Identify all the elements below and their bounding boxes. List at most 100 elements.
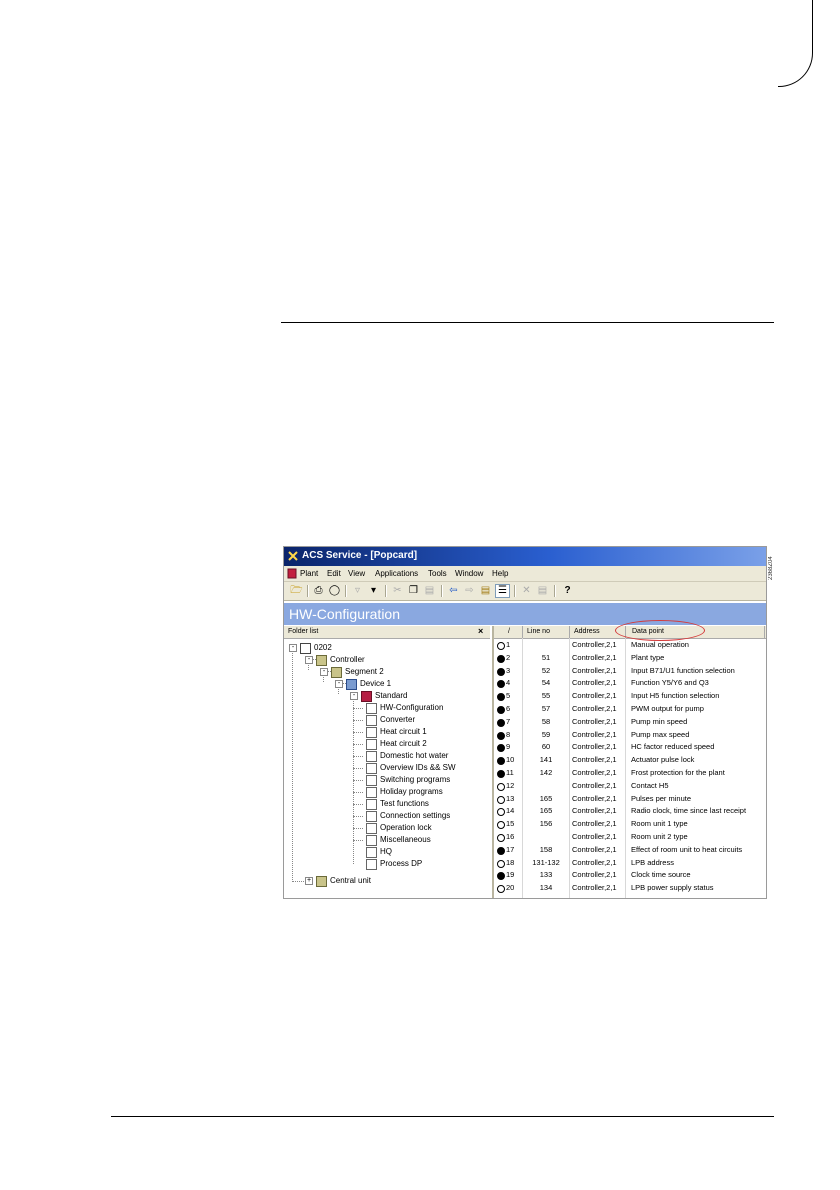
- menu-view[interactable]: View: [348, 569, 365, 578]
- table-row[interactable]: 11 142 Controller,2,1 Frost protection for …: [494, 767, 766, 780]
- grid-header: / Line no Address Data point: [494, 620, 766, 641]
- row-index: 17: [506, 844, 515, 854]
- table-row[interactable]: 10 141 Controller,2,1 Actuator pulse lock: [494, 754, 766, 767]
- empty-dot-icon: [497, 885, 505, 894]
- row-line-no: 158: [539, 844, 553, 854]
- filled-dot-icon: [497, 744, 505, 753]
- tree-node-label: Operation lock: [380, 823, 432, 832]
- folder-list-header: Folder list ×: [284, 626, 490, 639]
- collapse-icon[interactable]: -: [305, 656, 313, 664]
- empty-dot-icon: [497, 834, 505, 842]
- open-icon[interactable]: 🗁: [290, 585, 303, 597]
- page-icon: [366, 703, 377, 714]
- row-address: Controller,2,1: [572, 678, 617, 688]
- help-icon[interactable]: ?: [561, 585, 574, 597]
- collapse-icon[interactable]: -: [335, 680, 343, 688]
- table-row[interactable]: 7 58 Controller,2,1 Pump min speed: [494, 716, 766, 729]
- cut-icon[interactable]: ✂: [391, 585, 404, 597]
- app-icon: [288, 551, 298, 561]
- row-line-no: 165: [539, 793, 553, 803]
- menu-plant[interactable]: Plant: [300, 569, 318, 578]
- paste-icon[interactable]: ▤: [423, 585, 436, 597]
- col-address[interactable]: Address: [574, 628, 600, 638]
- print-preview-icon[interactable]: ◯: [328, 585, 341, 597]
- filter-icon[interactable]: ▿: [351, 585, 364, 597]
- crop-mark: [778, 0, 813, 87]
- page-icon: [366, 739, 377, 750]
- page-icon: [366, 847, 377, 858]
- table-row[interactable]: 16 Controller,2,1 Room unit 2 type: [494, 831, 766, 844]
- table-row[interactable]: 4 54 Controller,2,1 Function Y5/Y6 and Q3: [494, 677, 766, 690]
- filter-remove-icon[interactable]: ▾: [367, 585, 380, 597]
- copy-icon[interactable]: ❐: [407, 585, 420, 597]
- view-title: HW-Configuration: [289, 606, 401, 622]
- print-icon[interactable]: ⎙: [312, 585, 325, 597]
- row-line-no: 54: [541, 678, 551, 688]
- menu-tools[interactable]: Tools: [428, 569, 447, 578]
- properties-icon[interactable]: ▤: [536, 585, 549, 597]
- table-row[interactable]: 12 Controller,2,1 Contact H5: [494, 780, 766, 793]
- row-line-no: 142: [539, 768, 553, 777]
- col-index[interactable]: /: [508, 628, 510, 638]
- table-row[interactable]: 15 156 Controller,2,1 Room unit 1 type: [494, 818, 766, 831]
- col-line-no[interactable]: Line no: [527, 628, 550, 638]
- controller-icon: [331, 667, 342, 678]
- collapse-icon[interactable]: -: [289, 644, 297, 652]
- tree-node-label: HQ: [380, 847, 392, 856]
- row-line-no: 55: [541, 691, 551, 701]
- table-row[interactable]: 8 59 Controller,2,1 Pump max speed: [494, 729, 766, 742]
- row-index: 7: [506, 716, 511, 726]
- table-row[interactable]: 9 60 Controller,2,1 HC factor reduced speed: [494, 741, 766, 754]
- close-icon[interactable]: ×: [478, 626, 483, 636]
- delete-icon[interactable]: ✕: [520, 585, 533, 597]
- tree-node-label: Process DP: [380, 859, 423, 868]
- details-view-icon[interactable]: ☰: [495, 584, 510, 598]
- network-icon: [300, 643, 311, 654]
- table-row[interactable]: 17 158 Controller,2,1 Effect of room unit t…: [494, 844, 766, 857]
- table-row[interactable]: 13 165 Controller,2,1 Pulses per minute: [494, 793, 766, 806]
- tree-node-label: Switching programs: [380, 775, 451, 784]
- row-data-point: Actuator pulse lock: [631, 755, 695, 765]
- tree-node-label: Holiday programs: [380, 787, 443, 796]
- table-row[interactable]: 20 134 Controller,2,1 LPB power supply stat…: [494, 882, 766, 895]
- row-line-no: 165: [539, 806, 553, 816]
- empty-dot-icon: [497, 642, 505, 650]
- row-address: Controller,2,1: [572, 883, 617, 893]
- row-line-no: 134: [539, 883, 553, 893]
- row-data-point: Contact H5: [631, 780, 669, 790]
- table-row[interactable]: 19 133 Controller,2,1 Clock time source: [494, 869, 766, 882]
- tree-node-label: HW-Configuration: [380, 703, 444, 712]
- collapse-icon[interactable]: -: [350, 692, 358, 700]
- page-icon: [366, 823, 377, 834]
- expand-icon[interactable]: +: [305, 877, 313, 885]
- table-row[interactable]: 2 51 Controller,2,1 Plant type: [494, 652, 766, 665]
- forward-icon[interactable]: ⇨: [463, 585, 476, 597]
- row-address: Controller,2,1: [572, 729, 617, 739]
- back-icon[interactable]: ⇦: [447, 585, 460, 597]
- row-data-point: LPB address: [631, 857, 674, 867]
- menu-edit[interactable]: Edit: [327, 569, 341, 578]
- row-index: 20: [506, 883, 515, 893]
- row-address: Controller,2,1: [572, 832, 617, 841]
- page-icon: [366, 835, 377, 846]
- table-row[interactable]: 18 131-132 Controller,2,1 LPB address: [494, 857, 766, 870]
- collapse-icon[interactable]: -: [320, 668, 328, 676]
- table-row[interactable]: 3 52 Controller,2,1 Input B71/U1 function s…: [494, 665, 766, 678]
- row-index: 5: [506, 691, 511, 701]
- folder-up-icon[interactable]: ▤: [479, 585, 492, 597]
- row-address: Controller,2,1: [572, 857, 617, 867]
- window-title: ACS Service - [Popcard]: [302, 550, 418, 561]
- table-row[interactable]: 6 57 Controller,2,1 PWM output for pump: [494, 703, 766, 716]
- row-index: 12: [506, 780, 515, 790]
- table-row[interactable]: 1 Controller,2,1 Manual operation: [494, 639, 766, 652]
- table-row[interactable]: 5 55 Controller,2,1 Input H5 function selec…: [494, 690, 766, 703]
- page-icon: [366, 859, 377, 870]
- row-line-no: 60: [541, 742, 551, 752]
- table-row[interactable]: 14 165 Controller,2,1 Radio clock, time sin…: [494, 805, 766, 818]
- menu-applications[interactable]: Applications: [375, 569, 418, 578]
- menu-help[interactable]: Help: [492, 569, 508, 578]
- empty-dot-icon: [497, 859, 505, 868]
- menu-window[interactable]: Window: [455, 569, 483, 578]
- app-screenshot: ACS Service - [Popcard] Plant Edit View …: [283, 546, 767, 899]
- filled-dot-icon: [497, 667, 505, 676]
